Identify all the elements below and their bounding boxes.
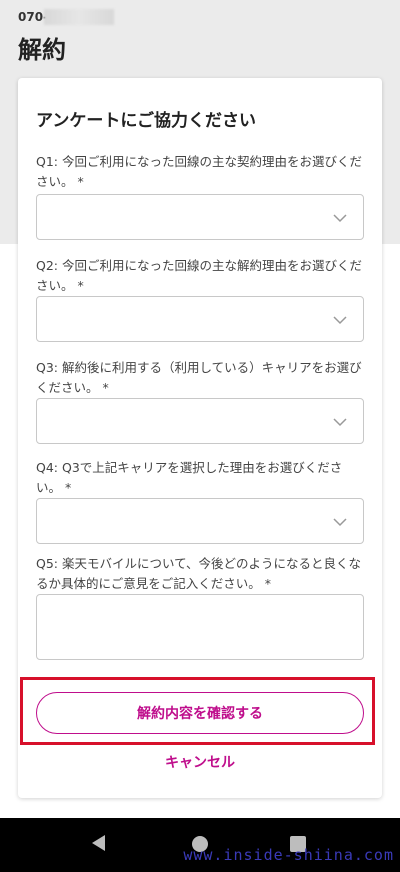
confirm-cancellation-button[interactable]: 解約内容を確認する [36,692,364,734]
question-2-select[interactable] [36,296,364,342]
question-4-select[interactable] [36,498,364,544]
chevron-down-icon [333,518,347,527]
question-5-label: Q5: 楽天モバイルについて、今後どのようになると良くなるか具体的にご意見をご記… [36,556,361,591]
chevron-down-icon [333,214,347,223]
watermark: www.inside-shiina.com [183,846,394,864]
phone-number-blur [44,9,114,25]
question-1-label: Q1: 今回ご利用になった回線の主な契約理由をお選びください。 * [36,154,362,189]
question-1-select[interactable] [36,194,364,240]
question-3-label: Q3: 解約後に利用する（利用している）キャリアをお選びください。 * [36,360,362,395]
question-2-label: Q2: 今回ご利用になった回線の主な解約理由をお選びください。 * [36,258,362,293]
question-3-select[interactable] [36,398,364,444]
survey-title: アンケートにご協力ください [36,111,256,131]
question-4-label: Q4: Q3で上記キャリアを選択した理由をお選びください。 * [36,460,343,495]
chevron-down-icon [333,418,347,427]
page-title: 解約 [18,36,66,64]
chevron-down-icon [333,316,347,325]
back-triangle-icon[interactable] [92,835,105,851]
question-5-textarea[interactable] [36,594,364,660]
cancel-link[interactable]: キャンセル [0,752,400,772]
